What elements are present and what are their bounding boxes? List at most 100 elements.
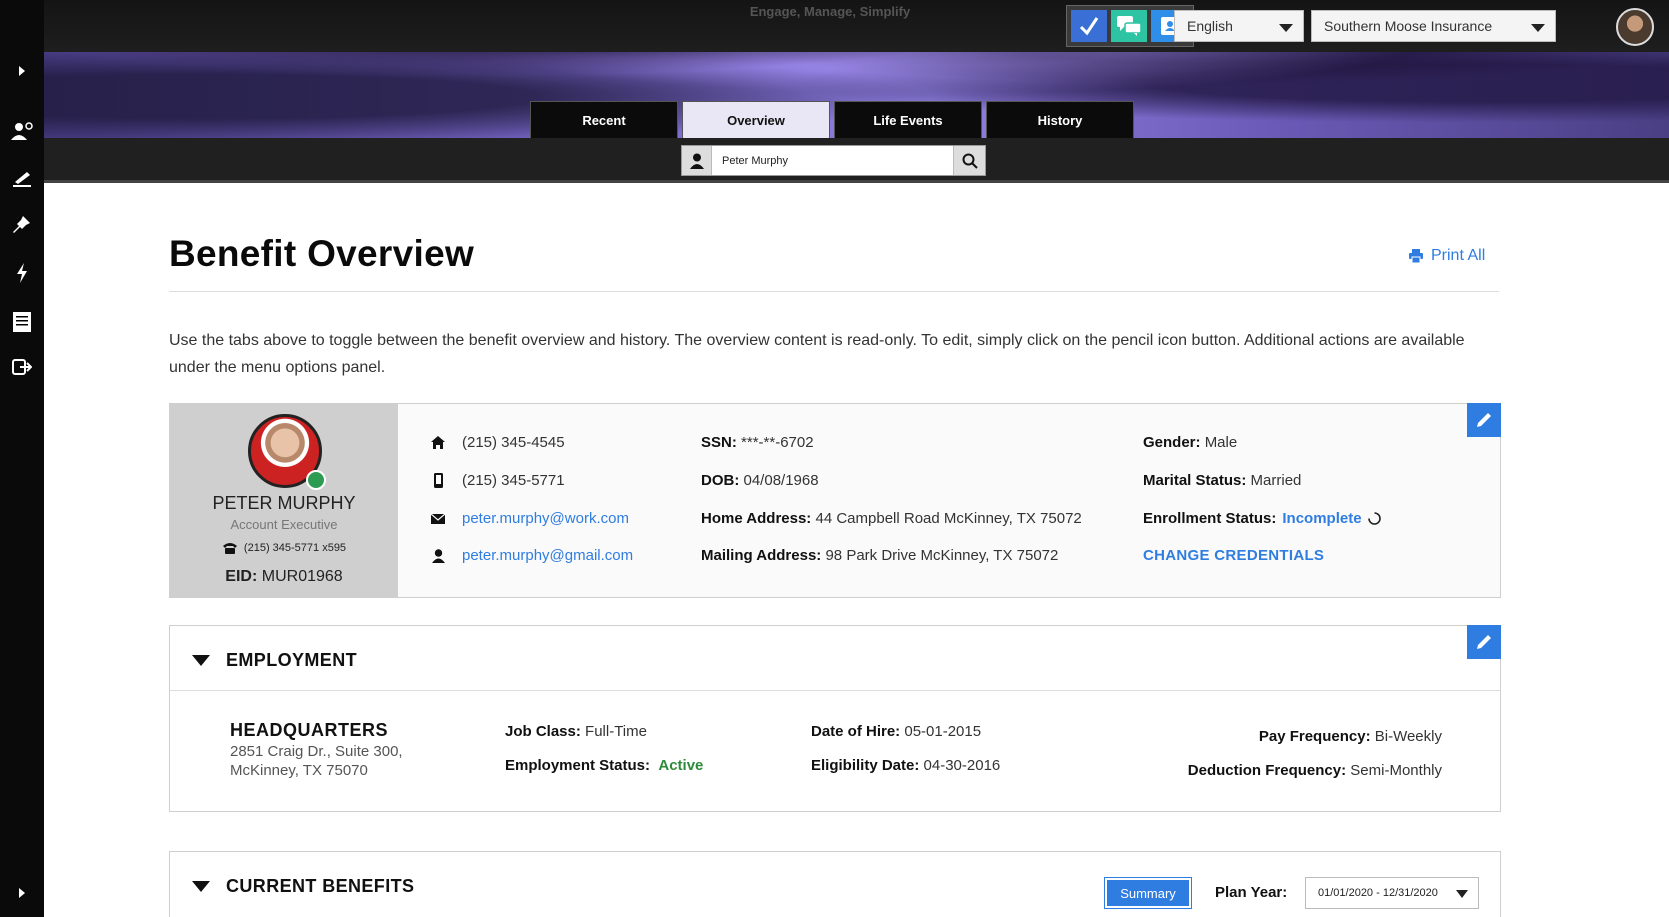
pin-icon[interactable] <box>0 210 44 240</box>
expand-chevron-icon[interactable] <box>0 56 44 86</box>
hire-label: Date of Hire: <box>811 723 901 740</box>
home-address-field: Home Address: 44 Campbell Road McKinney,… <box>701 510 1082 527</box>
home-phone: (215) 345-4545 <box>462 434 565 451</box>
eligibility-date-field: Eligibility Date: 04-30-2016 <box>811 757 1000 774</box>
employee-id: EID: MUR01968 <box>170 568 398 586</box>
chevron-down-icon <box>1456 890 1468 898</box>
work-email-row: peter.murphy@work.com <box>428 510 629 527</box>
emp-status-label: Employment Status: <box>505 757 651 774</box>
benefits-heading: CURRENT BENEFITS <box>226 876 415 896</box>
personal-email-link[interactable]: peter.murphy@gmail.com <box>462 547 633 564</box>
employee-name: PETER MURPHY <box>212 493 356 513</box>
plan-year-value: 01/01/2020 - 12/31/2020 <box>1318 887 1438 899</box>
mailing-address-label: Mailing Address: <box>701 547 822 564</box>
pay-freq-value: Bi-Weekly <box>1374 728 1442 745</box>
online-status-icon <box>306 470 326 490</box>
person-icon <box>428 548 448 563</box>
mobile-phone-icon <box>428 473 448 488</box>
ded-freq-label: Deduction Frequency: <box>1187 762 1347 779</box>
user-avatar[interactable] <box>1616 8 1654 46</box>
benefits-toggle[interactable]: CURRENT BENEFITS <box>192 876 414 897</box>
marital-status-field: Marital Status: Married <box>1143 472 1301 489</box>
profile-card: PETER MURPHY Account Executive (215) 345… <box>169 403 1501 598</box>
user-settings-icon[interactable] <box>0 116 44 146</box>
divider <box>170 690 1500 691</box>
pencil-icon <box>1477 413 1491 427</box>
gender-value: Male <box>1204 434 1238 451</box>
current-benefits-card: CURRENT BENEFITS Summary Plan Year: 01/0… <box>169 851 1501 917</box>
lightning-icon[interactable] <box>0 258 44 288</box>
intro-text: Use the tabs above to toggle between the… <box>169 332 1465 376</box>
phone-ext: (215) 345-5771 x595 <box>243 542 347 554</box>
logout-icon[interactable] <box>0 352 44 382</box>
work-email-link[interactable]: peter.murphy@work.com <box>462 510 629 527</box>
address-line-2: McKinney, TX 75070 <box>230 762 368 779</box>
mobile-phone-row: (215) 345-5771 <box>428 472 565 489</box>
deduction-frequency-field: Deduction Frequency: Semi-Monthly <box>1188 762 1442 779</box>
employment-status-field: Employment Status: Active <box>505 757 703 774</box>
page-title: Benefit Overview <box>169 233 475 274</box>
enrollment-value[interactable]: Incomplete <box>1282 510 1361 527</box>
company-select[interactable]: Southern Moose Insurance <box>1311 10 1556 42</box>
mailing-address-field: Mailing Address: 98 Park Drive McKinney,… <box>701 547 1058 564</box>
job-class-value: Full-Time <box>585 723 647 740</box>
tagline: Engage, Manage, Simplify <box>749 4 911 19</box>
chevron-down-icon <box>1279 24 1293 32</box>
printer-icon <box>1409 249 1423 263</box>
marital-label: Marital Status: <box>1143 472 1247 489</box>
dob-field: DOB: 04/08/1968 <box>701 472 819 489</box>
sign-icon[interactable] <box>0 164 44 194</box>
employment-heading: EMPLOYMENT <box>226 650 358 670</box>
change-credentials-link[interactable]: CHANGE CREDENTIALS <box>1143 547 1324 564</box>
employment-card: EMPLOYMENT HEADQUARTERS 2851 Craig Dr., … <box>169 625 1501 812</box>
personal-email-row: peter.murphy@gmail.com <box>428 547 633 564</box>
plan-year-select[interactable]: 01/01/2020 - 12/31/2020 <box>1305 877 1479 909</box>
location-name: HEADQUARTERS <box>230 720 389 740</box>
mobile-phone: (215) 345-5771 <box>462 472 565 489</box>
home-address-value: 44 Campbell Road McKinney, TX 75072 <box>815 510 1082 527</box>
tab-recent[interactable]: Recent <box>530 101 678 138</box>
pencil-icon <box>1477 635 1491 649</box>
hire-value: 05-01-2015 <box>904 723 982 740</box>
edit-employment-button[interactable] <box>1467 625 1501 659</box>
plan-year-label: Plan Year: <box>1215 884 1288 901</box>
tab-overview[interactable]: Overview <box>682 101 830 138</box>
gender-field: Gender: Male <box>1143 434 1237 451</box>
document-icon[interactable] <box>0 307 44 337</box>
profile-summary: PETER MURPHY Account Executive (215) 345… <box>170 404 398 597</box>
chat-icon[interactable] <box>1111 10 1147 42</box>
collapse-triangle-icon <box>192 881 210 892</box>
collapse-triangle-icon <box>192 655 210 666</box>
location-address: 2851 Craig Dr., Suite 300, McKinney, TX … <box>230 742 403 780</box>
left-rail <box>0 0 44 917</box>
spinner-icon <box>1367 512 1381 525</box>
dob-label: DOB: <box>701 472 740 489</box>
home-icon <box>428 436 448 449</box>
ded-freq-value: Semi-Monthly <box>1350 762 1442 779</box>
ssn-label: SSN: <box>701 434 737 451</box>
gender-label: Gender: <box>1143 434 1201 451</box>
collapse-chevron-icon[interactable] <box>0 878 44 908</box>
ssn-field: SSN: ***-**-6702 <box>701 434 814 451</box>
address-line-1: 2851 Craig Dr., Suite 300, <box>230 743 403 760</box>
ssn-value: ***-**-6702 <box>741 434 814 451</box>
home-phone-row: (215) 345-4545 <box>428 434 565 451</box>
search-input[interactable]: Peter Murphy <box>712 155 953 167</box>
language-select[interactable]: English <box>1174 10 1304 42</box>
print-all-button[interactable]: Print All <box>1409 247 1485 265</box>
employee-role: Account Executive <box>230 517 338 532</box>
tab-history[interactable]: History <box>986 101 1134 138</box>
edit-profile-button[interactable] <box>1467 403 1501 437</box>
summary-toggle-button[interactable]: Summary <box>1104 877 1192 909</box>
search-icon[interactable] <box>953 146 985 175</box>
elig-label: Eligibility Date: <box>811 757 920 774</box>
emp-status-value: Active <box>658 757 704 774</box>
employment-toggle[interactable]: EMPLOYMENT <box>192 650 357 671</box>
employee-phone: (215) 345-5771 x595 <box>170 542 398 554</box>
chevron-down-icon <box>1531 24 1545 32</box>
main-tabs: Recent Overview Life Events History <box>530 101 1134 138</box>
employee-search: Peter Murphy <box>681 145 986 176</box>
tab-life-events[interactable]: Life Events <box>834 101 982 138</box>
eid-label: EID: <box>225 568 258 585</box>
checkmark-icon[interactable] <box>1071 10 1107 42</box>
